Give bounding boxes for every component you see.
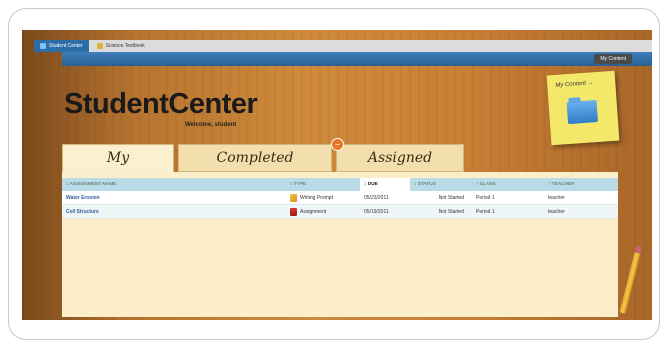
folder-icon <box>566 100 599 125</box>
my-content-sticky-note[interactable]: My Content → <box>546 70 620 146</box>
assignment-icon <box>290 207 297 216</box>
column-header-type[interactable]: ↕ TYPE <box>286 182 360 187</box>
class-text: Period 1 <box>476 194 495 201</box>
table-row: Water Erosion Writing Prompt 05/23/2011 … <box>62 191 618 205</box>
book-icon <box>96 43 103 49</box>
student-center-icon <box>40 43 46 49</box>
due-date: 05/19/2011 <box>364 208 389 215</box>
status-text: Not Started <box>438 208 464 215</box>
assignment-link[interactable]: Water Erosion <box>62 195 286 201</box>
tab-student-center[interactable]: Student Center <box>34 40 89 52</box>
sticky-note-label: My Content → <box>555 80 594 89</box>
tab-my-assignments[interactable]: My Assignments <box>62 144 174 192</box>
due-date: 05/23/2011 <box>364 194 389 201</box>
tab-completed-assignments[interactable]: Completed Assignments <box>178 144 332 192</box>
tab-label: Science Textbook <box>105 43 145 49</box>
top-nav-bar: My Content <box>62 52 652 66</box>
column-header-status[interactable]: ↕ STATUS <box>410 182 472 187</box>
type-cell: Assignment <box>286 207 360 216</box>
column-header-teacher[interactable]: ↕ TEACHER <box>544 182 618 187</box>
tab-assigned-resources[interactable]: − Assigned Resources <box>331 138 464 192</box>
my-content-button[interactable]: My Content <box>594 54 632 64</box>
tab-label: Student Center <box>49 43 83 49</box>
assignments-table: ↕ ASSIGNMENT NAME ↕ TYPE ↕ DUE ↕ STATUS … <box>62 178 618 219</box>
type-label: Writing Prompt <box>300 194 333 201</box>
column-header-class[interactable]: ↕ CLASS <box>472 182 544 187</box>
welcome-text: Welcome, student <box>185 122 237 128</box>
class-text: Period 1 <box>476 208 495 215</box>
column-header-name[interactable]: ↕ ASSIGNMENT NAME <box>62 182 286 187</box>
tab-science-textbook[interactable]: Science Textbook <box>91 40 151 52</box>
type-label: Assignment <box>300 208 327 215</box>
assignments-panel: ↕ ASSIGNMENT NAME ↕ TYPE ↕ DUE ↕ STATUS … <box>62 172 618 317</box>
app-tab-strip: Student Center Science Textbook <box>34 40 652 52</box>
table-row: Cell Structure Assignment 05/19/2011 Not… <box>62 205 618 219</box>
writing-prompt-icon <box>290 193 297 202</box>
minus-badge-icon[interactable]: − <box>331 138 344 151</box>
status-text: Not Started <box>438 194 464 201</box>
teacher-text: teacher <box>548 208 565 215</box>
table-header: ↕ ASSIGNMENT NAME ↕ TYPE ↕ DUE ↕ STATUS … <box>62 178 618 191</box>
column-header-due[interactable]: ↕ DUE <box>360 178 410 191</box>
teacher-text: teacher <box>548 194 565 201</box>
type-cell: Writing Prompt <box>286 193 360 202</box>
assignment-link[interactable]: Cell Structure <box>62 209 286 215</box>
page-title: StudentCenter <box>64 88 258 120</box>
